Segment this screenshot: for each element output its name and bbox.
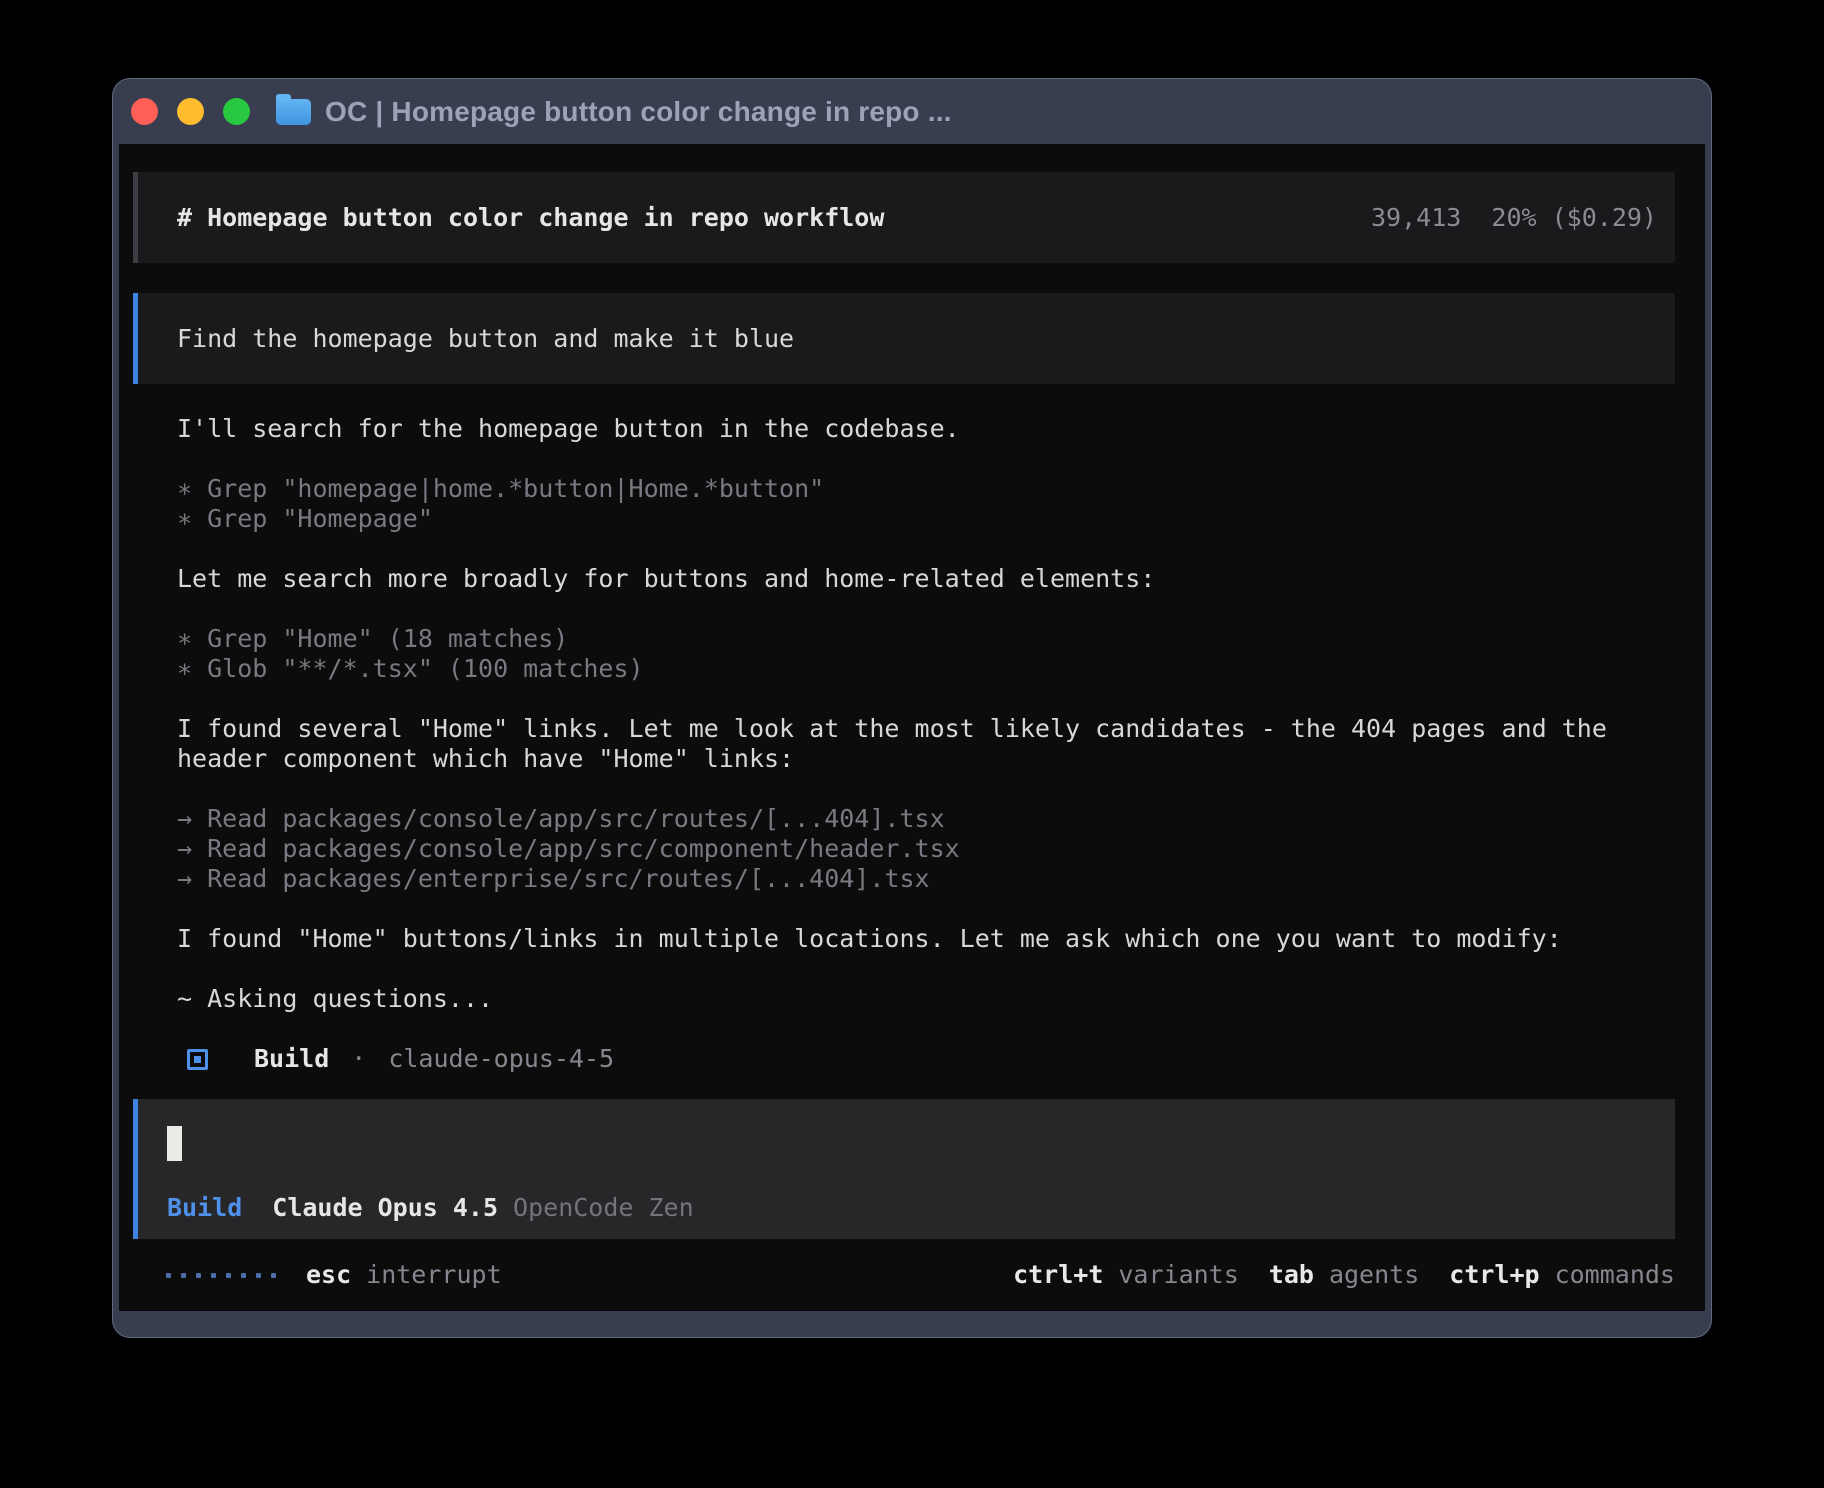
user-message-block: Find the homepage button and make it blu… (133, 293, 1675, 384)
session-token-count: 39,413 (1371, 203, 1461, 233)
session-stats-gap (1461, 203, 1491, 233)
transcript-line: ∗ Grep "Homepage" (177, 504, 1665, 534)
shortcut-key: ctrl+t (1013, 1260, 1103, 1290)
maximize-button[interactable] (223, 98, 250, 125)
shortcut-label: agents (1329, 1260, 1419, 1290)
spinner-dot (226, 1273, 231, 1278)
spinner-dots (166, 1273, 276, 1278)
assistant-text-paragraph: I'll search for the homepage button in t… (177, 414, 1665, 444)
assistant-text-paragraph: Let me search more broadly for buttons a… (177, 564, 1665, 594)
esc-key-label: interrupt (366, 1260, 501, 1290)
app-window: OC | Homepage button color change in rep… (112, 78, 1712, 1338)
transcript-line: → Read packages/enterprise/src/routes/[.… (177, 864, 1665, 894)
assistant-text-paragraph: ~ Asking questions... (177, 984, 1665, 1014)
input-meta-row: Build Claude Opus 4.5 OpenCode Zen (167, 1193, 694, 1223)
transcript-line: I found "Home" buttons/links in multiple… (177, 924, 1665, 954)
esc-key-hint: esc (306, 1260, 351, 1290)
titlebar[interactable]: OC | Homepage button color change in rep… (113, 79, 1711, 144)
transcript-line: ∗ Grep "Home" (18 matches) (177, 624, 1665, 654)
transcript-line: header component which have "Home" links… (177, 744, 1665, 774)
agent-name: Build (254, 1044, 329, 1074)
tool-call-paragraph: ∗ Grep "Home" (18 matches)∗ Glob "**/*.t… (177, 624, 1665, 684)
session-header-block: # Homepage button color change in repo w… (133, 172, 1675, 263)
agent-status-row: Build · claude-opus-4-5 (177, 1044, 1665, 1074)
terminal-content: # Homepage button color change in repo w… (119, 144, 1705, 1311)
transcript-line: I found several "Home" links. Let me loo… (177, 714, 1665, 744)
session-context-cost: 20% ($0.29) (1491, 203, 1657, 233)
transcript-line: ~ Asking questions... (177, 984, 1665, 1014)
shortcut-key: tab (1269, 1260, 1314, 1290)
minimize-button[interactable] (177, 98, 204, 125)
tool-call-paragraph: → Read packages/console/app/src/routes/[… (177, 804, 1665, 894)
hint-agents: tab agents (1269, 1260, 1419, 1290)
agent-model: claude-opus-4-5 (388, 1044, 614, 1074)
spinner-dot (196, 1273, 201, 1278)
spinner-dot (166, 1273, 171, 1278)
transcript-line: ∗ Glob "**/*.tsx" (100 matches) (177, 654, 1665, 684)
user-message-text: Find the homepage button and make it blu… (177, 324, 794, 354)
shortcut-label: commands (1555, 1260, 1675, 1290)
spinner-dot (241, 1273, 246, 1278)
hint-interrupt: esc interrupt (306, 1260, 502, 1290)
assistant-transcript: I'll search for the homepage button in t… (119, 414, 1705, 1074)
tool-call-paragraph: ∗ Grep "homepage|home.*button|Home.*butt… (177, 474, 1665, 534)
prompt-input[interactable]: Build Claude Opus 4.5 OpenCode Zen (133, 1099, 1675, 1239)
text-cursor (167, 1126, 182, 1161)
traffic-lights (131, 98, 250, 125)
input-mode-badge[interactable]: Build (167, 1193, 242, 1223)
spinner-dot (271, 1273, 276, 1278)
assistant-text-paragraph: I found "Home" buttons/links in multiple… (177, 924, 1665, 954)
agent-build-icon (187, 1049, 208, 1070)
spinner-dot (211, 1273, 216, 1278)
input-model-label[interactable]: Claude Opus 4.5 (272, 1193, 498, 1223)
session-title: # Homepage button color change in repo w… (177, 203, 1371, 233)
spinner-dot (181, 1273, 186, 1278)
window-title: OC | Homepage button color change in rep… (325, 96, 952, 128)
input-provider-label: OpenCode Zen (513, 1193, 694, 1223)
shortcut-label: variants (1118, 1260, 1238, 1290)
close-button[interactable] (131, 98, 158, 125)
agent-separator: · (351, 1044, 366, 1074)
transcript-line: → Read packages/console/app/src/routes/[… (177, 804, 1665, 834)
transcript-line: I'll search for the homepage button in t… (177, 414, 1665, 444)
folder-icon (276, 99, 311, 125)
status-bar: esc interrupt ctrl+tvariantstabagentsctr… (119, 1253, 1705, 1297)
transcript-line: ∗ Grep "homepage|home.*button|Home.*butt… (177, 474, 1665, 504)
transcript-line: → Read packages/console/app/src/componen… (177, 834, 1665, 864)
shortcut-hints: ctrl+t variants tab agents ctrl+p commands (1013, 1260, 1675, 1290)
hint-commands: ctrl+p commands (1449, 1260, 1675, 1290)
spinner-dot (256, 1273, 261, 1278)
shortcut-key: ctrl+p (1449, 1260, 1539, 1290)
transcript-line: Let me search more broadly for buttons a… (177, 564, 1665, 594)
assistant-text-paragraph: I found several "Home" links. Let me loo… (177, 714, 1665, 774)
hint-variants: ctrl+t variants (1013, 1260, 1239, 1290)
